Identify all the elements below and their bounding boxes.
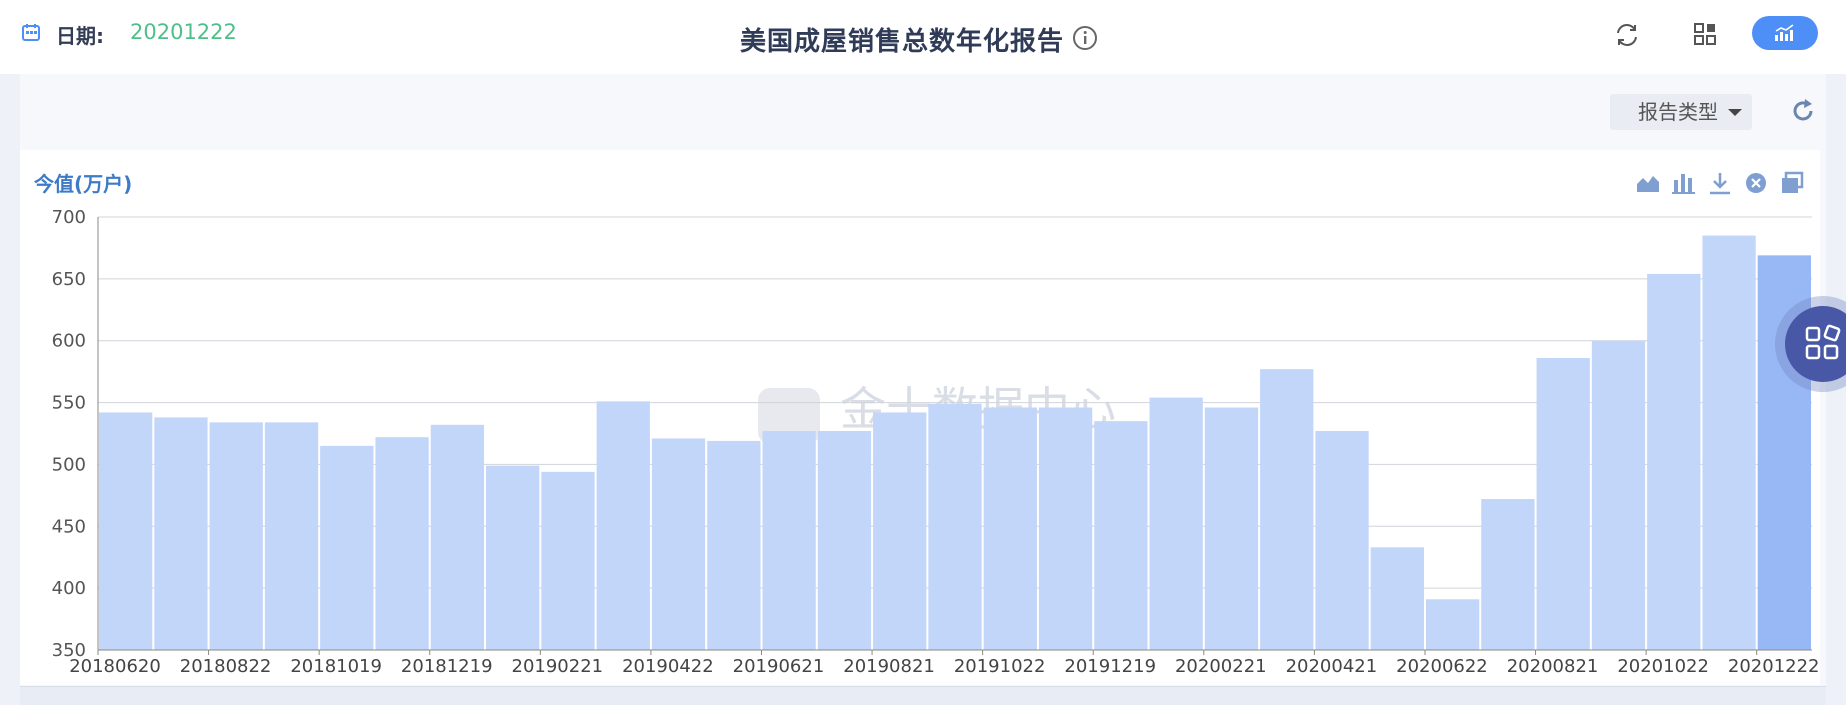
x-tick-label: 20180620: [69, 656, 161, 677]
date-picker-value[interactable]: 20201222: [130, 20, 237, 44]
bar[interactable]: [651, 438, 706, 650]
bar[interactable]: [375, 437, 429, 650]
chart-plot: 金十数据中心3504004505005506006507002018062020…: [52, 207, 1820, 677]
grid-view-icon[interactable]: [1693, 22, 1717, 46]
x-tick-label: 20190221: [512, 656, 604, 677]
page-title: 美国成屋销售总数年化报告: [740, 27, 1065, 57]
x-tick-label: 20200622: [1396, 656, 1488, 677]
y-tick-label: 600: [52, 331, 86, 352]
x-tick-label: 20190821: [843, 656, 935, 677]
bar[interactable]: [596, 401, 650, 650]
bar[interactable]: [1702, 235, 1756, 651]
bar[interactable]: [1149, 397, 1203, 650]
bar[interactable]: [486, 465, 540, 650]
chart-trend-icon: [1775, 24, 1794, 41]
x-tick-label: 20180822: [180, 656, 272, 677]
bar[interactable]: [873, 412, 927, 650]
refresh-icon[interactable]: [1790, 98, 1816, 124]
bar[interactable]: [1204, 407, 1259, 650]
date-label: 日期:: [56, 24, 104, 48]
bar[interactable]: [1260, 369, 1314, 650]
bar[interactable]: [707, 440, 761, 650]
y-tick-label: 400: [52, 578, 86, 599]
x-tick-label: 20190621: [733, 656, 825, 677]
x-tick-label: 20181219: [401, 656, 493, 677]
bar[interactable]: [1370, 547, 1424, 650]
apps-icon: [1805, 324, 1841, 360]
x-tick-label: 20190422: [622, 656, 714, 677]
x-tick-label: 20191022: [954, 656, 1046, 677]
y-tick-label: 550: [52, 393, 86, 414]
chart-card: 今值(万户) 金十数据中心350400450500550600650700201…: [20, 150, 1820, 685]
calendar-icon: [22, 24, 40, 41]
bar[interactable]: [1536, 358, 1590, 650]
bar[interactable]: [1647, 273, 1701, 650]
report-type-dropdown[interactable]: 报告类型: [1610, 94, 1752, 130]
info-icon[interactable]: [1072, 25, 1098, 51]
floating-menu-button[interactable]: [1775, 296, 1846, 392]
bar[interactable]: [762, 431, 816, 650]
bar[interactable]: [99, 412, 153, 650]
x-tick-label: 20200221: [1175, 656, 1267, 677]
sync-icon[interactable]: [1614, 22, 1640, 48]
bar[interactable]: [1481, 499, 1535, 650]
top-bar: 日期: 20201222 美国成屋销售总数年化报告: [0, 0, 1846, 74]
bar[interactable]: [983, 407, 1037, 650]
bar[interactable]: [817, 431, 872, 650]
bar[interactable]: [541, 471, 595, 650]
y-tick-label: 650: [52, 269, 86, 290]
bar[interactable]: [928, 403, 982, 650]
bar[interactable]: [209, 422, 263, 650]
bottom-panel-edge: [20, 686, 1826, 705]
bar[interactable]: [154, 417, 208, 650]
x-tick-label: 20201022: [1617, 656, 1709, 677]
x-tick-label: 20200421: [1286, 656, 1378, 677]
bar[interactable]: [1591, 340, 1646, 650]
y-tick-label: 500: [52, 454, 86, 475]
chart-view-toggle-button[interactable]: [1752, 16, 1818, 50]
bar[interactable]: [1038, 407, 1093, 650]
x-tick-label: 20201222: [1728, 656, 1820, 677]
report-type-label: 报告类型: [1638, 100, 1718, 124]
bar[interactable]: [264, 422, 319, 650]
bar[interactable]: [430, 424, 485, 650]
x-tick-label: 20200821: [1507, 656, 1599, 677]
bar[interactable]: [1094, 421, 1148, 650]
y-tick-label: 450: [52, 516, 86, 537]
caret-down-icon: [1728, 109, 1742, 116]
y-tick-label: 700: [52, 207, 86, 228]
bar[interactable]: [320, 445, 374, 650]
x-tick-label: 20181019: [290, 656, 382, 677]
x-tick-label: 20191219: [1064, 656, 1156, 677]
bar[interactable]: [1425, 599, 1480, 650]
bar[interactable]: [1315, 431, 1369, 650]
